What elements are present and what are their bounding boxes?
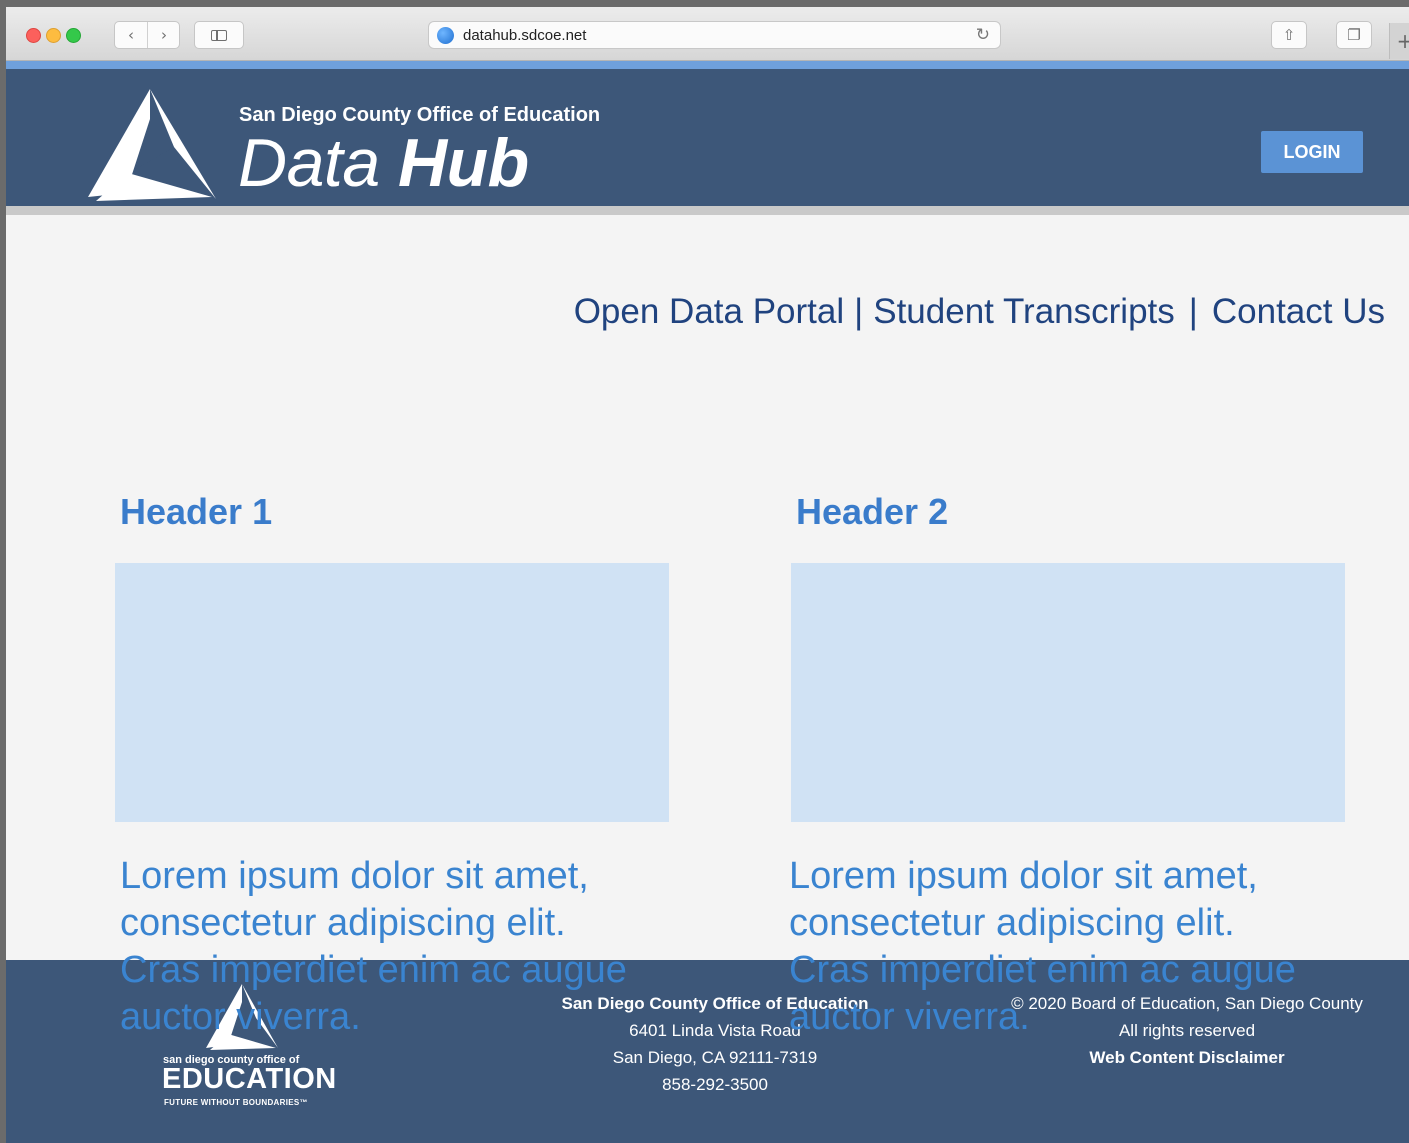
header-accent-bar	[6, 61, 1409, 69]
footer-city: San Diego, CA 92111-7319	[612, 1048, 818, 1067]
web-content-disclaimer-link[interactable]: Web Content Disclaimer	[989, 1044, 1385, 1071]
site-footer: san diego county office of EDUCATION FUT…	[6, 960, 1409, 1143]
tab-overview-button[interactable]: ❐	[1336, 21, 1372, 49]
new-tab-button[interactable]: +	[1389, 23, 1409, 59]
login-button[interactable]: LOGIN	[1261, 131, 1363, 173]
data-hub-logo-icon	[88, 89, 216, 201]
sdcoe-footer-logo[interactable]: san diego county office of EDUCATION FUT…	[154, 984, 337, 1114]
zoom-window-button[interactable]	[66, 28, 81, 43]
nav-separator: |	[1188, 292, 1198, 331]
image-placeholder	[115, 563, 669, 822]
sidebar-icon	[211, 30, 227, 41]
site-title-light: Data	[238, 125, 399, 201]
browser-toolbar: ‹ › datahub.sdcoe.net ↻ ⇧ ❐ +	[6, 7, 1409, 61]
address-bar[interactable]: datahub.sdcoe.net ↻	[428, 21, 1001, 49]
top-nav: Open Data Portal | Student Transcripts | Con…	[574, 292, 1385, 332]
footer-org-name: San Diego County Office of Education	[561, 994, 869, 1013]
footer-logo-wordmark: EDUCATION	[162, 1063, 337, 1095]
footer-rights: All rights reserved	[1118, 1021, 1256, 1040]
column-heading: Header 2	[796, 491, 949, 532]
org-name: San Diego County Office of Education	[239, 104, 601, 126]
minimize-window-button[interactable]	[46, 28, 61, 43]
share-button[interactable]: ⇧	[1271, 21, 1307, 49]
close-window-button[interactable]	[26, 28, 41, 43]
footer-copyright-block: © 2020 Board of Education, San Diego Cou…	[989, 990, 1385, 1071]
forward-button[interactable]: ›	[148, 22, 180, 48]
footer-copyright: © 2020 Board of Education, San Diego Cou…	[1011, 994, 1363, 1013]
image-placeholder	[791, 563, 1345, 822]
url-text: datahub.sdcoe.net	[463, 27, 587, 44]
footer-logo-tagline: FUTURE WITHOUT BOUNDARIES™	[164, 1098, 308, 1107]
nav-link-contact-us[interactable]: Contact Us	[1212, 292, 1385, 331]
site-title-bold: Hub	[398, 125, 529, 201]
site-header: San Diego County Office of Education Dat…	[6, 69, 1409, 206]
footer-address: San Diego County Office of Education 640…	[546, 990, 884, 1098]
sidebar-toggle-button[interactable]	[194, 21, 244, 49]
history-nav: ‹ ›	[114, 21, 180, 49]
column-heading: Header 1	[120, 491, 273, 532]
browser-window: ‹ › datahub.sdcoe.net ↻ ⇧ ❐ + San Diego …	[6, 7, 1409, 1143]
site-title: Data Hub	[238, 125, 529, 201]
footer-phone: 858-292-3500	[662, 1075, 768, 1094]
education-logo-icon	[206, 984, 278, 1050]
globe-icon	[437, 27, 454, 44]
footer-street: 6401 Linda Vista Road	[629, 1021, 801, 1040]
nav-separator: |	[854, 292, 864, 331]
nav-link-student-transcripts[interactable]: Student Transcripts	[873, 292, 1175, 331]
nav-link-open-data-portal[interactable]: Open Data Portal	[574, 292, 844, 331]
reload-button[interactable]: ↻	[976, 25, 990, 45]
header-divider	[6, 206, 1409, 215]
back-button[interactable]: ‹	[115, 22, 148, 48]
